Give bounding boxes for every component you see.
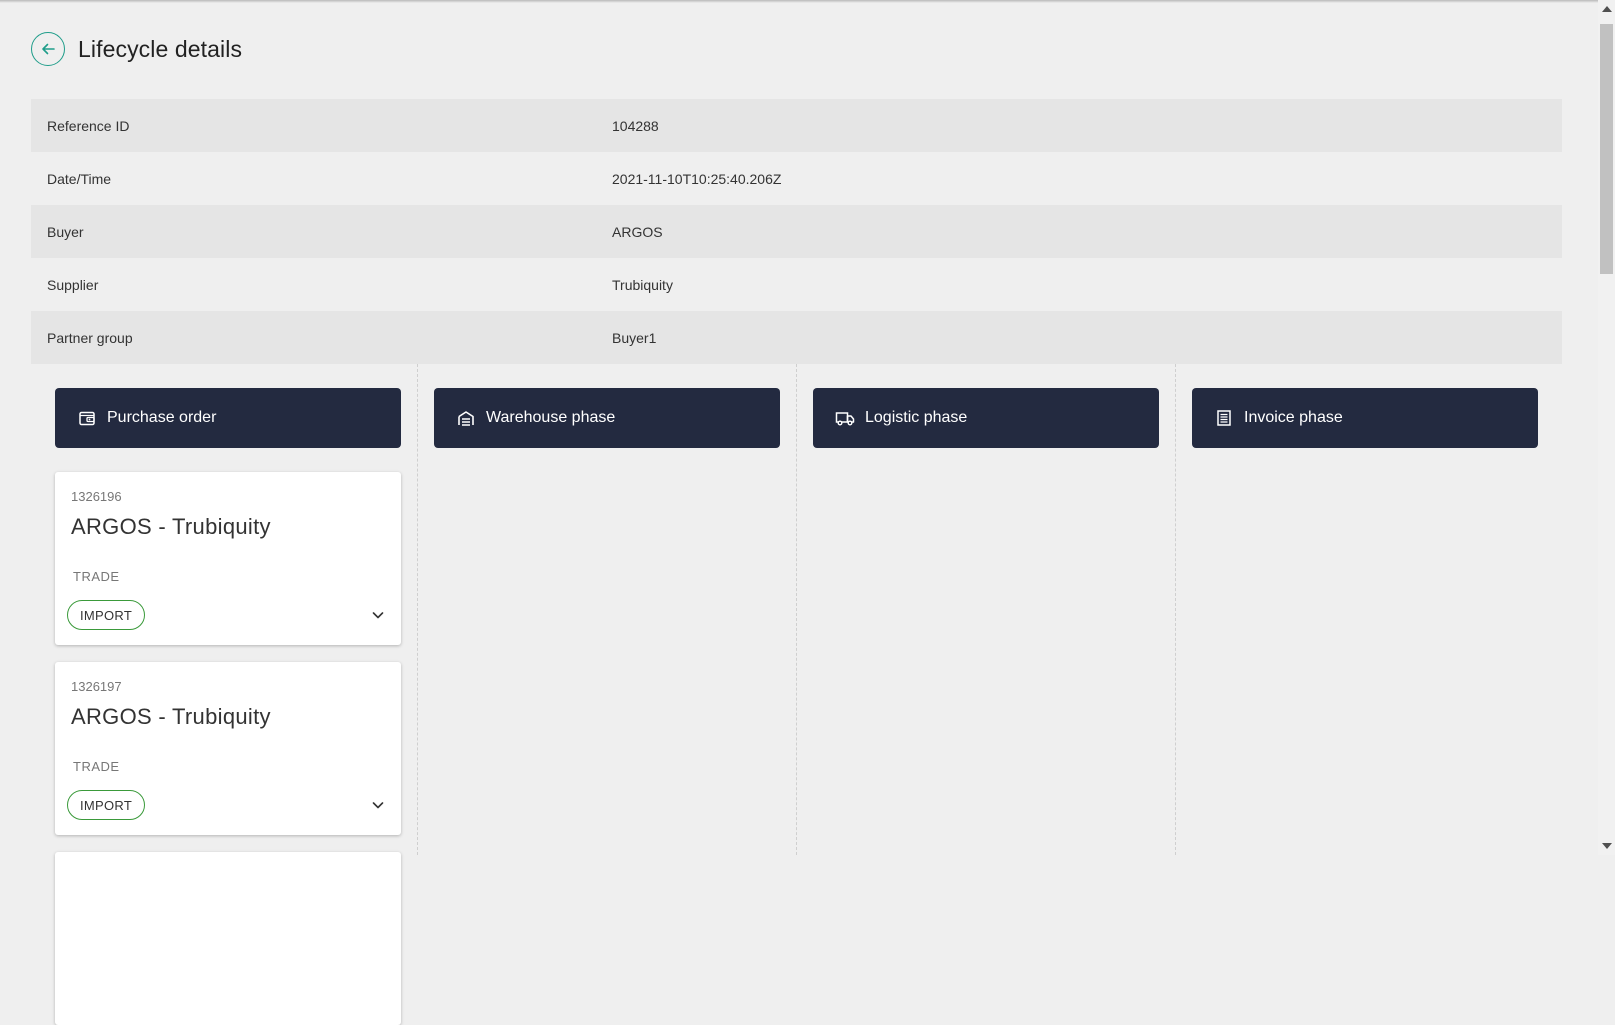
phase-header-invoice[interactable]: Invoice phase	[1192, 388, 1538, 448]
phase-header-warehouse[interactable]: Warehouse phase	[434, 388, 780, 448]
warehouse-icon	[456, 408, 476, 428]
vertical-scrollbar[interactable]	[1598, 0, 1615, 855]
phase-label: Warehouse phase	[486, 409, 616, 426]
detail-row-date-time: Date/Time 2021-11-10T10:25:40.206Z	[31, 152, 1562, 205]
scrollbar-thumb[interactable]	[1600, 24, 1613, 274]
back-button[interactable]	[31, 32, 65, 66]
phase-columns: Purchase order 1326196 ARGOS - Trubiquit…	[31, 364, 1562, 1025]
phase-label: Purchase order	[107, 409, 217, 426]
column-divider	[796, 364, 797, 855]
page-title: Lifecycle details	[78, 35, 243, 62]
detail-value: 104288	[612, 117, 659, 134]
detail-value: Trubiquity	[612, 276, 673, 293]
order-title: ARGOS - Trubiquity	[71, 514, 271, 539]
detail-value: ARGOS	[612, 223, 663, 240]
column-invoice: Invoice phase	[1192, 364, 1538, 855]
detail-row-supplier: Supplier Trubiquity	[31, 258, 1562, 311]
column-divider	[1175, 364, 1176, 855]
detail-label: Buyer	[47, 223, 84, 240]
order-ref: 1326197	[71, 679, 122, 694]
detail-row-partner-group: Partner group Buyer1	[31, 311, 1562, 364]
phase-header-purchase-order[interactable]: Purchase order	[55, 388, 401, 448]
invoice-icon	[1214, 408, 1234, 428]
column-divider	[417, 364, 418, 855]
scroll-up-arrow-icon[interactable]	[1602, 6, 1612, 12]
truck-icon	[835, 408, 855, 428]
details-table: Reference ID 104288 Date/Time 2021-11-10…	[31, 99, 1562, 364]
phase-label: Logistic phase	[865, 409, 968, 426]
detail-row-reference-id: Reference ID 104288	[31, 99, 1562, 152]
page-header: Lifecycle details	[31, 31, 242, 67]
column-logistic: Logistic phase	[813, 364, 1159, 855]
wallet-icon	[77, 408, 97, 428]
detail-value: Buyer1	[612, 329, 657, 346]
detail-value: 2021-11-10T10:25:40.206Z	[612, 170, 782, 187]
top-shadow	[0, 0, 1615, 3]
order-card[interactable]: 1326197 ARGOS - Trubiquity TRADE IMPORT	[55, 662, 401, 835]
arrow-left-icon	[42, 43, 55, 55]
order-title: ARGOS - Trubiquity	[71, 704, 271, 729]
detail-row-buyer: Buyer ARGOS	[31, 205, 1562, 258]
phase-header-logistic[interactable]: Logistic phase	[813, 388, 1159, 448]
order-card[interactable]: 1326196 ARGOS - Trubiquity TRADE IMPORT	[55, 472, 401, 645]
import-chip: IMPORT	[67, 600, 146, 630]
detail-label: Reference ID	[47, 117, 130, 134]
phase-label: Invoice phase	[1244, 409, 1343, 426]
order-type: TRADE	[73, 759, 120, 774]
detail-label: Partner group	[47, 329, 133, 346]
detail-label: Date/Time	[47, 170, 112, 187]
column-warehouse: Warehouse phase	[434, 364, 780, 855]
chevron-down-icon[interactable]	[369, 606, 387, 624]
column-purchase-order: Purchase order 1326196 ARGOS - Trubiquit…	[55, 364, 401, 1025]
detail-label: Supplier	[47, 276, 99, 293]
chevron-down-icon[interactable]	[369, 796, 387, 814]
scroll-down-arrow-icon[interactable]	[1602, 843, 1612, 849]
order-ref: 1326196	[71, 489, 122, 504]
import-chip: IMPORT	[67, 790, 146, 820]
order-card-partial[interactable]	[55, 852, 401, 1025]
order-type: TRADE	[73, 569, 120, 584]
